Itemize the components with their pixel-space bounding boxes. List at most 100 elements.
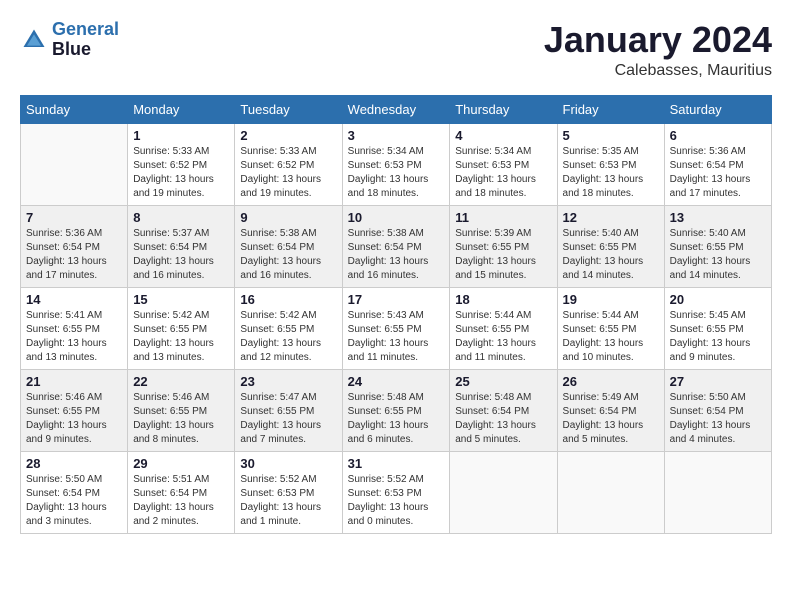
day-number: 19 bbox=[563, 292, 659, 307]
calendar-table: SundayMondayTuesdayWednesdayThursdayFrid… bbox=[20, 95, 772, 534]
day-info: Sunrise: 5:33 AMSunset: 6:52 PMDaylight:… bbox=[240, 145, 336, 201]
calendar-cell: 30Sunrise: 5:52 AMSunset: 6:53 PMDayligh… bbox=[235, 451, 342, 533]
weekday-header: Monday bbox=[128, 95, 235, 123]
day-info: Sunrise: 5:45 AMSunset: 6:55 PMDaylight:… bbox=[670, 309, 766, 365]
day-number: 1 bbox=[133, 128, 229, 143]
page-header: General Blue January 2024 Calebasses, Ma… bbox=[20, 20, 772, 80]
location: Calebasses, Mauritius bbox=[544, 62, 772, 80]
title-block: January 2024 Calebasses, Mauritius bbox=[544, 20, 772, 80]
day-info: Sunrise: 5:34 AMSunset: 6:53 PMDaylight:… bbox=[455, 145, 551, 201]
calendar-cell bbox=[557, 451, 664, 533]
logo-text: General Blue bbox=[52, 20, 119, 60]
calendar-cell: 14Sunrise: 5:41 AMSunset: 6:55 PMDayligh… bbox=[21, 287, 128, 369]
day-number: 26 bbox=[563, 374, 659, 389]
calendar-cell: 28 Sunrise: 5:50 AMSunset: 6:54 PMDayligh… bbox=[21, 451, 128, 533]
calendar-cell: 24Sunrise: 5:48 AMSunset: 6:55 PMDayligh… bbox=[342, 369, 450, 451]
day-info: Sunrise: 5:42 AMSunset: 6:55 PMDaylight:… bbox=[240, 309, 336, 365]
day-number: 10 bbox=[348, 210, 445, 225]
day-number: 14 bbox=[26, 292, 122, 307]
calendar-cell: 8 Sunrise: 5:37 AMSunset: 6:54 PMDaylight… bbox=[128, 205, 235, 287]
day-number: 29 bbox=[133, 456, 229, 471]
day-number: 6 bbox=[670, 128, 766, 143]
calendar-cell: 29Sunrise: 5:51 AMSunset: 6:54 PMDayligh… bbox=[128, 451, 235, 533]
calendar-cell: 25 Sunrise: 5:48 AMSunset: 6:54 PMDayligh… bbox=[450, 369, 557, 451]
calendar-header-row: SundayMondayTuesdayWednesdayThursdayFrid… bbox=[21, 95, 772, 123]
calendar-cell: 13Sunrise: 5:40 AMSunset: 6:55 PMDayligh… bbox=[664, 205, 771, 287]
calendar-cell: 4 Sunrise: 5:34 AMSunset: 6:53 PMDaylight… bbox=[450, 123, 557, 205]
calendar-cell: 12 Sunrise: 5:40 AMSunset: 6:55 PMDayligh… bbox=[557, 205, 664, 287]
day-number: 9 bbox=[240, 210, 336, 225]
day-info: Sunrise: 5:35 AMSunset: 6:53 PMDaylight:… bbox=[563, 145, 659, 201]
calendar-week-row: 1 Sunrise: 5:33 AMSunset: 6:52 PMDaylight… bbox=[21, 123, 772, 205]
logo-icon bbox=[20, 26, 48, 54]
day-number: 18 bbox=[455, 292, 551, 307]
day-info: Sunrise: 5:46 AMSunset: 6:55 PMDaylight:… bbox=[26, 391, 122, 447]
weekday-header: Saturday bbox=[664, 95, 771, 123]
calendar-cell: 9 Sunrise: 5:38 AMSunset: 6:54 PMDaylight… bbox=[235, 205, 342, 287]
calendar-cell: 7Sunrise: 5:36 AMSunset: 6:54 PMDaylight… bbox=[21, 205, 128, 287]
day-number: 13 bbox=[670, 210, 766, 225]
calendar-cell bbox=[450, 451, 557, 533]
day-number: 12 bbox=[563, 210, 659, 225]
day-number: 31 bbox=[348, 456, 445, 471]
day-number: 11 bbox=[455, 210, 551, 225]
day-info: Sunrise: 5:38 AMSunset: 6:54 PMDaylight:… bbox=[348, 227, 445, 283]
calendar-cell: 2 Sunrise: 5:33 AMSunset: 6:52 PMDaylight… bbox=[235, 123, 342, 205]
day-info: Sunrise: 5:39 AMSunset: 6:55 PMDaylight:… bbox=[455, 227, 551, 283]
day-number: 20 bbox=[670, 292, 766, 307]
day-number: 3 bbox=[348, 128, 445, 143]
day-info: Sunrise: 5:48 AMSunset: 6:54 PMDaylight:… bbox=[455, 391, 551, 447]
day-number: 21 bbox=[26, 374, 122, 389]
day-info: Sunrise: 5:38 AMSunset: 6:54 PMDaylight:… bbox=[240, 227, 336, 283]
day-info: Sunrise: 5:49 AMSunset: 6:54 PMDaylight:… bbox=[563, 391, 659, 447]
calendar-cell: 26 Sunrise: 5:49 AMSunset: 6:54 PMDayligh… bbox=[557, 369, 664, 451]
calendar-week-row: 7Sunrise: 5:36 AMSunset: 6:54 PMDaylight… bbox=[21, 205, 772, 287]
day-number: 4 bbox=[455, 128, 551, 143]
day-info: Sunrise: 5:37 AMSunset: 6:54 PMDaylight:… bbox=[133, 227, 229, 283]
weekday-header: Sunday bbox=[21, 95, 128, 123]
logo-line2: Blue bbox=[52, 40, 119, 60]
calendar-cell: 31Sunrise: 5:52 AMSunset: 6:53 PMDayligh… bbox=[342, 451, 450, 533]
day-number: 17 bbox=[348, 292, 445, 307]
day-info: Sunrise: 5:46 AMSunset: 6:55 PMDaylight:… bbox=[133, 391, 229, 447]
calendar-cell: 1 Sunrise: 5:33 AMSunset: 6:52 PMDaylight… bbox=[128, 123, 235, 205]
day-info: Sunrise: 5:50 AMSunset: 6:54 PMDaylight:… bbox=[26, 473, 122, 529]
day-info: Sunrise: 5:50 AMSunset: 6:54 PMDaylight:… bbox=[670, 391, 766, 447]
weekday-header: Thursday bbox=[450, 95, 557, 123]
day-info: Sunrise: 5:47 AMSunset: 6:55 PMDaylight:… bbox=[240, 391, 336, 447]
weekday-header: Tuesday bbox=[235, 95, 342, 123]
calendar-cell: 11 Sunrise: 5:39 AMSunset: 6:55 PMDayligh… bbox=[450, 205, 557, 287]
day-number: 2 bbox=[240, 128, 336, 143]
day-number: 16 bbox=[240, 292, 336, 307]
calendar-cell: 23Sunrise: 5:47 AMSunset: 6:55 PMDayligh… bbox=[235, 369, 342, 451]
day-info: Sunrise: 5:44 AMSunset: 6:55 PMDaylight:… bbox=[455, 309, 551, 365]
calendar-cell: 3 Sunrise: 5:34 AMSunset: 6:53 PMDaylight… bbox=[342, 123, 450, 205]
calendar-cell: 17 Sunrise: 5:43 AMSunset: 6:55 PMDayligh… bbox=[342, 287, 450, 369]
logo-line1: General bbox=[52, 19, 119, 39]
day-info: Sunrise: 5:43 AMSunset: 6:55 PMDaylight:… bbox=[348, 309, 445, 365]
weekday-header: Friday bbox=[557, 95, 664, 123]
day-info: Sunrise: 5:40 AMSunset: 6:55 PMDaylight:… bbox=[563, 227, 659, 283]
calendar-cell: 22Sunrise: 5:46 AMSunset: 6:55 PMDayligh… bbox=[128, 369, 235, 451]
day-info: Sunrise: 5:48 AMSunset: 6:55 PMDaylight:… bbox=[348, 391, 445, 447]
day-number: 27 bbox=[670, 374, 766, 389]
calendar-cell: 6Sunrise: 5:36 AMSunset: 6:54 PMDaylight… bbox=[664, 123, 771, 205]
calendar-cell: 5Sunrise: 5:35 AMSunset: 6:53 PMDaylight… bbox=[557, 123, 664, 205]
calendar-cell: 20 Sunrise: 5:45 AMSunset: 6:55 PMDayligh… bbox=[664, 287, 771, 369]
month-title: January 2024 bbox=[544, 20, 772, 60]
day-info: Sunrise: 5:33 AMSunset: 6:52 PMDaylight:… bbox=[133, 145, 229, 201]
calendar-cell: 18 Sunrise: 5:44 AMSunset: 6:55 PMDayligh… bbox=[450, 287, 557, 369]
day-info: Sunrise: 5:52 AMSunset: 6:53 PMDaylight:… bbox=[240, 473, 336, 529]
day-info: Sunrise: 5:34 AMSunset: 6:53 PMDaylight:… bbox=[348, 145, 445, 201]
day-info: Sunrise: 5:44 AMSunset: 6:55 PMDaylight:… bbox=[563, 309, 659, 365]
weekday-header: Wednesday bbox=[342, 95, 450, 123]
day-number: 28 bbox=[26, 456, 122, 471]
day-number: 25 bbox=[455, 374, 551, 389]
calendar-cell bbox=[21, 123, 128, 205]
calendar-cell: 10 Sunrise: 5:38 AMSunset: 6:54 PMDayligh… bbox=[342, 205, 450, 287]
day-number: 8 bbox=[133, 210, 229, 225]
calendar-cell: 15Sunrise: 5:42 AMSunset: 6:55 PMDayligh… bbox=[128, 287, 235, 369]
calendar-cell bbox=[664, 451, 771, 533]
calendar-cell: 21 Sunrise: 5:46 AMSunset: 6:55 PMDayligh… bbox=[21, 369, 128, 451]
day-number: 7 bbox=[26, 210, 122, 225]
